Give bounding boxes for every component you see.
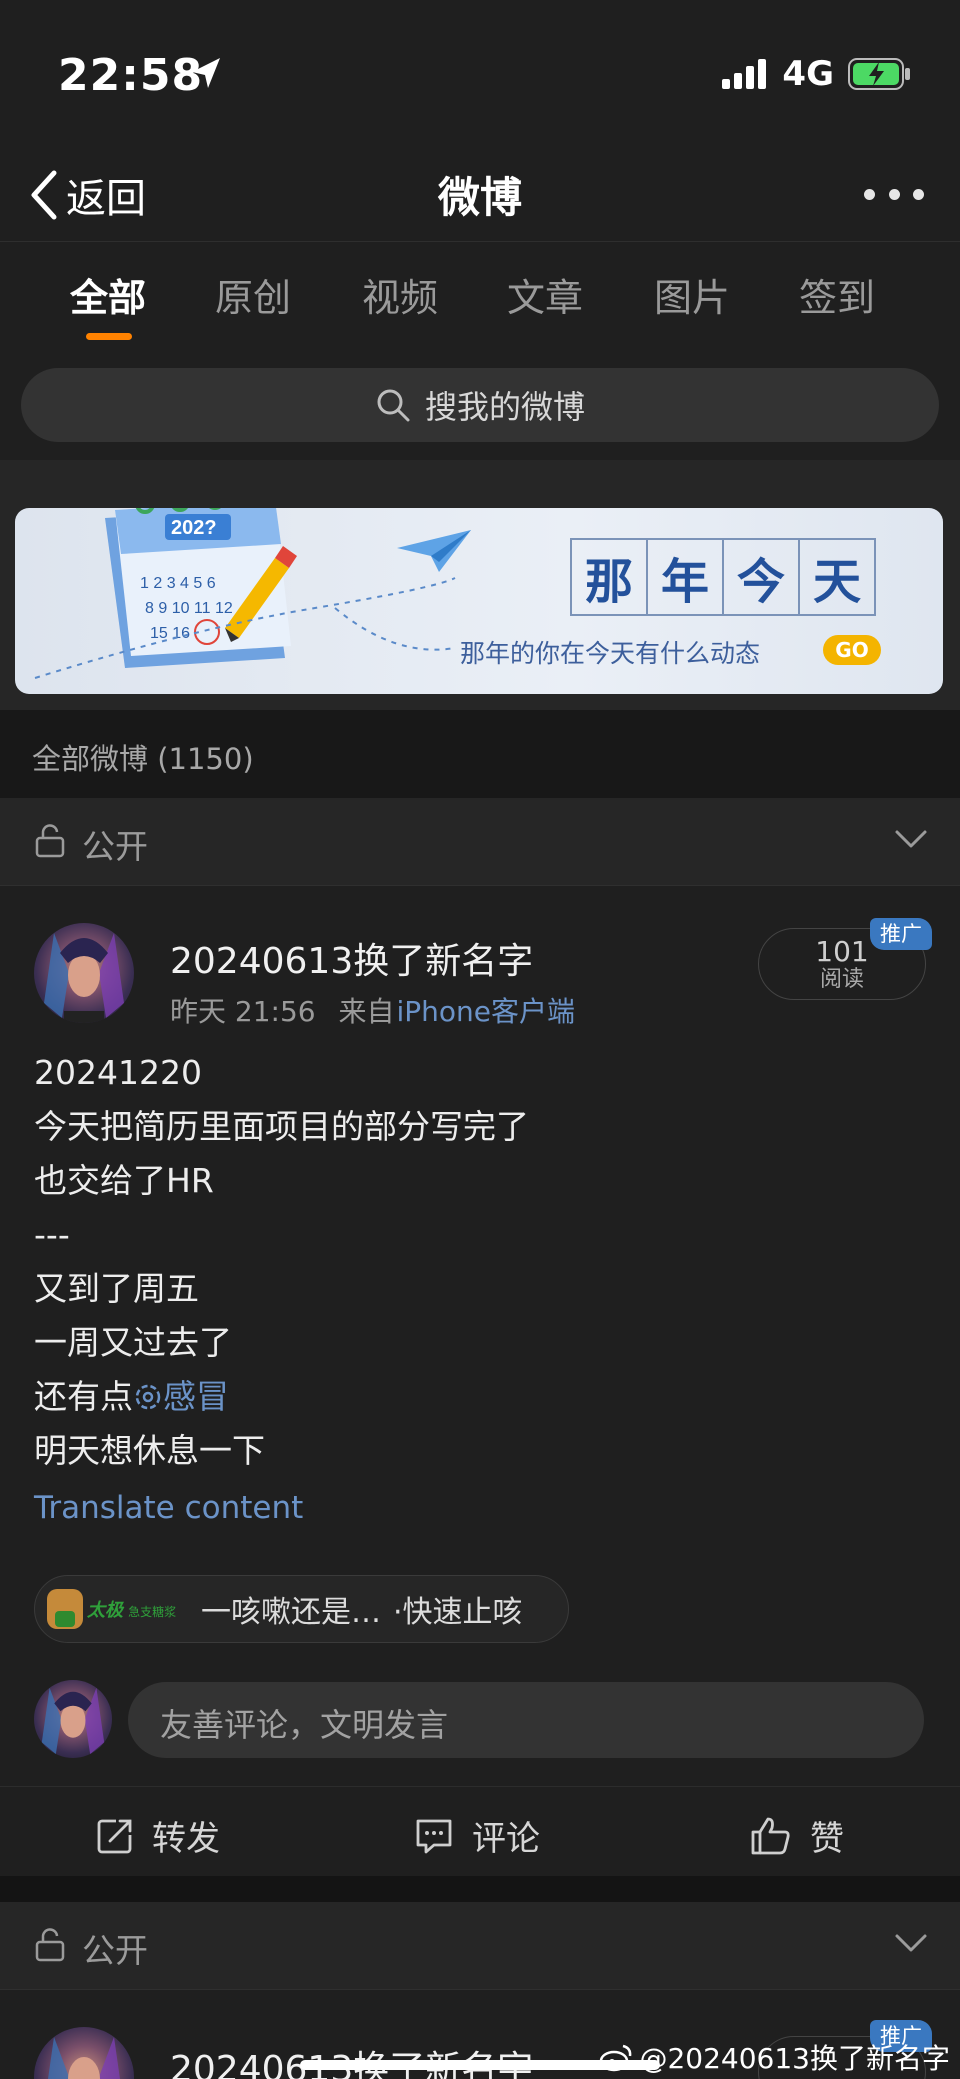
search-placeholder: 搜我的微博	[424, 388, 585, 426]
status-bar: 22:58 4G	[0, 0, 960, 150]
chevron-down-icon[interactable]	[894, 1932, 928, 1954]
filter-tabs: 全部 原创 视频 文章 图片 签到	[0, 243, 960, 353]
topic-link[interactable]: 感冒	[133, 1377, 229, 1416]
post-line: ---	[34, 1215, 70, 1254]
avatar-image	[48, 2037, 120, 2079]
weibo-post: 20240613换了新名字 昨天 21:56 来自iPhone客户端 101 阅…	[0, 886, 960, 1876]
tab-video[interactable]: 视频	[330, 267, 470, 322]
comment-input[interactable]: 友善评论，文明发言	[128, 1682, 924, 1758]
banner-go-button[interactable]: GO	[823, 635, 881, 665]
nav-bar: 返回 微博	[0, 150, 960, 242]
post-line-topic: 还有点 感冒	[34, 1370, 934, 1424]
post-actions: 转发 评论 赞	[0, 1786, 960, 1876]
dot-icon	[888, 188, 900, 200]
post-meta: 昨天 21:56 来自iPhone客户端	[170, 990, 575, 1030]
comment-label: 评论	[472, 1819, 540, 1859]
avatar-image	[41, 1687, 105, 1755]
banner-char: 那	[570, 538, 648, 616]
avatar[interactable]	[34, 923, 134, 1023]
post-line: 又到了周五	[34, 1269, 199, 1308]
visibility-label: 公开	[82, 827, 148, 866]
topic-prefix: 还有点	[34, 1377, 133, 1416]
topic-flower-icon	[135, 1384, 161, 1410]
ad-text: 一咳嗽还是…	[201, 1595, 381, 1630]
comment-avatar	[34, 1680, 112, 1758]
post-line: 今天把简历里面项目的部分写完了	[34, 1107, 529, 1146]
battery-charging-icon	[848, 58, 910, 90]
search-icon	[377, 389, 410, 422]
comment-placeholder: 友善评论，文明发言	[160, 1706, 449, 1744]
topic-label: 感冒	[163, 1377, 229, 1416]
post-author[interactable]: 20240613换了新名字	[170, 932, 533, 984]
visibility-label: 公开	[82, 1931, 148, 1970]
repost-icon	[97, 1819, 132, 1853]
status-time: 22:58	[58, 50, 204, 101]
banner-area: 202? 1 2 3 4 5 6 8 9 10 11 12 15 16 那 年 …	[0, 460, 960, 710]
memory-banner[interactable]: 202? 1 2 3 4 5 6 8 9 10 11 12 15 16 那 年 …	[15, 508, 943, 694]
bear-mascot-icon	[47, 1589, 83, 1629]
post-line: 明天想休息一下	[34, 1431, 265, 1470]
post-body: 20241220 今天把简历里面项目的部分写完了 也交给了HR --- 又到了周…	[34, 1046, 934, 1538]
dot-icon	[864, 188, 875, 200]
home-indicator[interactable]	[300, 2060, 660, 2070]
more-options-button[interactable]	[864, 172, 924, 216]
tab-checkin[interactable]: 签到	[767, 267, 907, 322]
banner-char: 年	[646, 538, 724, 616]
post-count-label: 全部微博 (1150)	[32, 742, 254, 776]
banner-title: 那 年 今 天	[570, 538, 876, 616]
visibility-row[interactable]: 公开	[0, 798, 960, 886]
location-arrow-icon	[192, 58, 220, 88]
repost-button[interactable]: 转发	[96, 1811, 220, 1860]
unlock-icon	[35, 1928, 65, 1962]
post-count-bar: 全部微博 (1150)	[0, 710, 960, 798]
unlock-icon	[35, 824, 65, 858]
page-title: 微博	[437, 173, 522, 222]
chevron-down-icon[interactable]	[894, 828, 928, 850]
avatar-image	[44, 933, 124, 1023]
tab-all[interactable]: 全部	[38, 267, 178, 322]
signal-icon	[722, 59, 767, 89]
watermark-text: @20240613换了新名字	[639, 2042, 950, 2075]
dot-icon	[913, 188, 924, 200]
comment-button[interactable]: 评论	[414, 1811, 540, 1860]
comment-row: 友善评论，文明发言	[0, 1680, 960, 1770]
read-label: 阅读	[819, 967, 864, 992]
post-separator	[0, 1876, 960, 1902]
post-line: 一周又过去了	[34, 1323, 232, 1362]
tab-image[interactable]: 图片	[622, 267, 762, 322]
like-label: 赞	[810, 1819, 844, 1859]
thumbs-up-icon	[751, 1817, 790, 1854]
comment-icon	[416, 1819, 452, 1853]
visibility-row-2[interactable]: 公开	[0, 1902, 960, 1990]
tab-original[interactable]: 原创	[183, 267, 323, 322]
weibo-watermark: @20240613换了新名字	[599, 2037, 950, 2077]
ad-cta: ·快速止咳	[393, 1595, 523, 1630]
active-tab-indicator	[86, 333, 132, 340]
post-line: 20241220	[34, 1053, 202, 1092]
banner-char: 今	[722, 538, 800, 616]
promote-badge[interactable]: 推广	[870, 918, 932, 950]
post-line: 也交给了HR	[34, 1161, 214, 1200]
ad-brand-sub: 急支糖浆	[128, 1605, 177, 1619]
ad-card[interactable]: 太极 急支糖浆 一咳嗽还是… ·快速止咳	[34, 1575, 569, 1643]
tab-article[interactable]: 文章	[475, 267, 615, 322]
post-time: 昨天 21:56	[170, 995, 316, 1028]
post-source-prefix: 来自	[338, 995, 395, 1028]
banner-subtitle: 那年的你在今天有什么动态	[460, 639, 761, 668]
post-source[interactable]: iPhone客户端	[397, 995, 576, 1028]
like-button[interactable]: 赞	[750, 1811, 844, 1860]
repost-label: 转发	[152, 1819, 220, 1859]
search-bar[interactable]: 搜我的微博	[21, 368, 939, 442]
translate-link[interactable]: Translate content	[34, 1478, 934, 1538]
banner-char: 天	[798, 538, 876, 616]
ad-logo: 太极 急支糖浆	[47, 1585, 197, 1633]
avatar[interactable]	[34, 2027, 134, 2079]
ad-brand: 太极	[87, 1600, 123, 1621]
network-label: 4G	[782, 54, 834, 94]
